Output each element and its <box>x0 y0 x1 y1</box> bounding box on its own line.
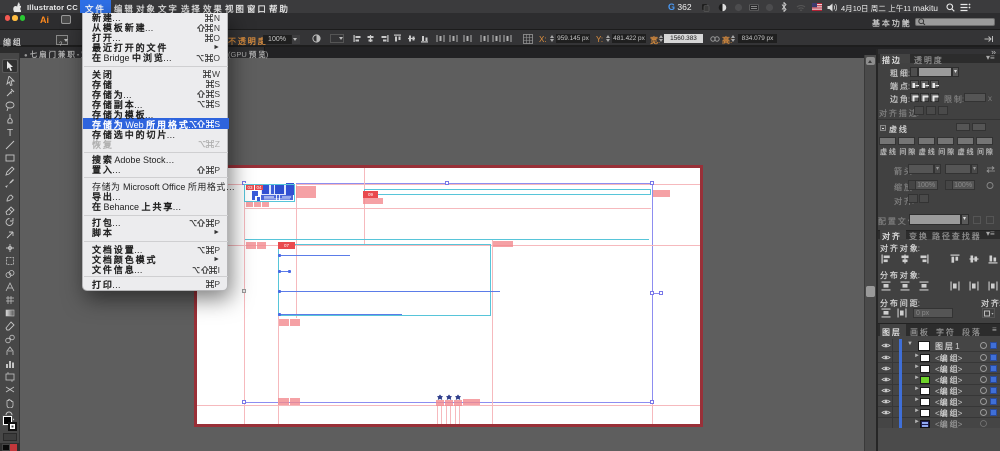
svg-text:T: T <box>7 128 13 137</box>
